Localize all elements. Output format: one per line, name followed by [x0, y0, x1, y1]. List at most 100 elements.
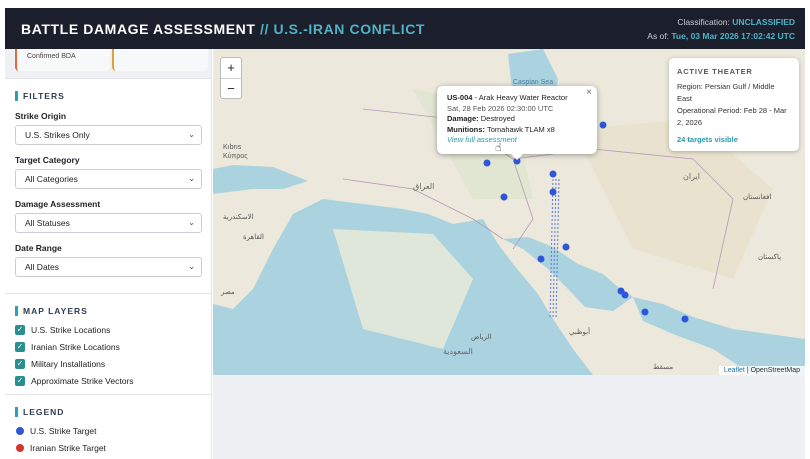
layer-label: U.S. Strike Locations — [31, 325, 111, 335]
stat-card-label: Confirmed BDA — [27, 53, 76, 60]
sidebar: Confirmed BDA FILTERS Strike Origin U.S.… — [5, 49, 212, 459]
theater-region: Region: Persian Gulf / Middle East — [677, 82, 775, 103]
hand-cursor-icon: ☝ — [495, 142, 502, 154]
top-header: BATTLE DAMAGE ASSESSMENT // U.S.-IRAN CO… — [5, 8, 805, 49]
us-strike-marker[interactable] — [483, 159, 491, 167]
legend-item-us: U.S. Strike Target — [15, 426, 201, 436]
osm-attribution: | OpenStreetMap — [744, 367, 800, 374]
popup-tip — [510, 153, 524, 160]
zoom-control: + − — [220, 57, 242, 99]
damage-assessment-select[interactable]: All Statuses ⌄ — [15, 213, 202, 233]
checkbox-checked-icon[interactable]: ✓ — [15, 359, 25, 369]
legend-section: LEGEND U.S. Strike Target Iranian Strike… — [5, 395, 211, 453]
place-label: مسقط — [653, 363, 673, 371]
place-label: ایران — [683, 172, 700, 181]
asof-label: As of: — [647, 30, 672, 41]
place-label: العراق — [413, 182, 434, 191]
red-dot-icon — [16, 444, 24, 452]
date-range-select[interactable]: All Dates ⌄ — [15, 257, 202, 277]
popup-munitions: Munitions: Tomahawk TLAM x8 — [447, 125, 587, 136]
zoom-in-button[interactable]: + — [221, 58, 241, 78]
target-category-select[interactable]: All Categories ⌄ — [15, 169, 202, 189]
filters-heading: FILTERS — [15, 91, 201, 101]
theater-period: Operational Period: Feb 28 - Mar 2, 2026 — [677, 106, 787, 127]
us-strike-marker[interactable] — [549, 188, 557, 196]
damage-assessment-value: All Statuses — [25, 218, 70, 228]
us-strike-marker[interactable] — [681, 315, 689, 323]
view-assessment-link[interactable]: View full assessment — [447, 135, 587, 146]
legend-heading: LEGEND — [15, 407, 201, 417]
map-layers-heading: MAP LAYERS — [15, 306, 201, 316]
layer-toggle-military-installations[interactable]: ✓ Military Installations — [15, 359, 201, 369]
target-popup: × US-004 - Arak Heavy Water Reactor Sat,… — [437, 86, 597, 154]
place-label: القاهرة — [243, 233, 264, 241]
water-label: Caspian Sea — [513, 79, 553, 86]
us-strike-marker[interactable] — [549, 170, 557, 178]
strike-origin-value: U.S. Strikes Only — [25, 130, 90, 140]
page-title: BATTLE DAMAGE ASSESSMENT // U.S.-IRAN CO… — [21, 21, 425, 37]
place-label: مصر — [220, 289, 235, 296]
checkbox-checked-icon[interactable]: ✓ — [15, 325, 25, 335]
damage-assessment-label: Damage Assessment — [15, 199, 101, 209]
place-label: السعودية — [443, 347, 473, 356]
popup-damage-value: Destroyed — [480, 114, 515, 123]
strike-origin-select[interactable]: U.S. Strikes Only ⌄ — [15, 125, 202, 145]
blue-dot-icon — [16, 427, 24, 435]
app-window: BATTLE DAMAGE ASSESSMENT // U.S.-IRAN CO… — [0, 0, 810, 459]
legend-label: Iranian Strike Target — [30, 443, 106, 453]
header-meta: Classification: UNCLASSIFIED As of: Tue,… — [647, 15, 795, 43]
layer-label: Iranian Strike Locations — [31, 342, 120, 352]
place-label: الاسكندرية — [223, 213, 254, 221]
place-label: افغانستان — [743, 193, 771, 201]
classification-value: UNCLASSIFIED — [732, 16, 795, 27]
legend-item-iran: Iranian Strike Target — [15, 443, 201, 453]
place-label: پاکستان — [758, 253, 781, 261]
stat-card-confirmed: Confirmed BDA — [15, 49, 110, 71]
us-strike-marker[interactable] — [599, 121, 607, 129]
checkbox-checked-icon[interactable]: ✓ — [15, 342, 25, 352]
theater-heading: ACTIVE THEATER — [677, 67, 753, 76]
us-strike-marker[interactable] — [562, 243, 570, 251]
popup-damage: Damage: Destroyed — [447, 114, 587, 125]
legend-label: U.S. Strike Target — [30, 426, 97, 436]
popup-target-id: US-004 — [447, 93, 473, 102]
targets-visible-count: 24 targets visible — [677, 135, 738, 144]
us-strike-marker[interactable] — [621, 291, 629, 299]
content-below-map — [213, 375, 805, 459]
date-range-label: Date Range — [15, 243, 62, 253]
layer-toggle-us-strikes[interactable]: ✓ U.S. Strike Locations — [15, 325, 201, 335]
layer-label: Approximate Strike Vectors — [31, 376, 134, 386]
us-strike-marker[interactable] — [500, 193, 508, 201]
zoom-out-button[interactable]: − — [221, 78, 241, 98]
map-layers-section: MAP LAYERS ✓ U.S. Strike Locations ✓ Irani… — [5, 294, 211, 395]
classification-label: Classification: — [677, 16, 733, 27]
place-label: Kıbrıs — [223, 144, 242, 151]
map-view[interactable]: Kıbrıs Κύπρος العراق ایران الاسكندرية ال… — [213, 49, 805, 375]
active-theater-panel: ACTIVE THEATER Region: Persian Gulf / Mi… — [669, 58, 799, 151]
target-category-value: All Categories — [25, 174, 78, 184]
layer-toggle-iranian-strikes[interactable]: ✓ Iranian Strike Locations — [15, 342, 201, 352]
asof-line: As of: Tue, 03 Mar 2026 17:02:42 UTC — [647, 29, 795, 43]
chevron-down-icon: ⌄ — [188, 218, 195, 227]
popup-munitions-label: Munitions: — [447, 124, 487, 134]
filters-section: FILTERS Strike Origin U.S. Strikes Only ⌄… — [5, 79, 211, 294]
us-strike-marker[interactable] — [537, 255, 545, 263]
checkbox-checked-icon[interactable]: ✓ — [15, 376, 25, 386]
chevron-down-icon: ⌄ — [188, 174, 195, 183]
strike-origin-label: Strike Origin — [15, 111, 67, 121]
place-label: Κύπρος — [223, 152, 248, 160]
layer-toggle-strike-vectors[interactable]: ✓ Approximate Strike Vectors — [15, 376, 201, 386]
target-category-label: Target Category — [15, 155, 80, 165]
place-label: الرياض — [471, 333, 492, 341]
chevron-down-icon: ⌄ — [188, 130, 195, 139]
desert-area — [333, 229, 473, 349]
stat-card-secondary — [112, 49, 208, 71]
asof-value: Tue, 03 Mar 2026 17:02:42 UTC — [671, 30, 795, 41]
classification-line: Classification: UNCLASSIFIED — [647, 15, 795, 29]
date-range-value: All Dates — [25, 262, 60, 272]
close-icon[interactable]: × — [586, 87, 592, 99]
us-strike-marker[interactable] — [641, 308, 649, 316]
map-attribution: Leaflet | OpenStreetMap — [718, 366, 805, 375]
leaflet-link[interactable]: Leaflet — [724, 367, 745, 374]
stats-cards: Confirmed BDA — [5, 49, 211, 79]
